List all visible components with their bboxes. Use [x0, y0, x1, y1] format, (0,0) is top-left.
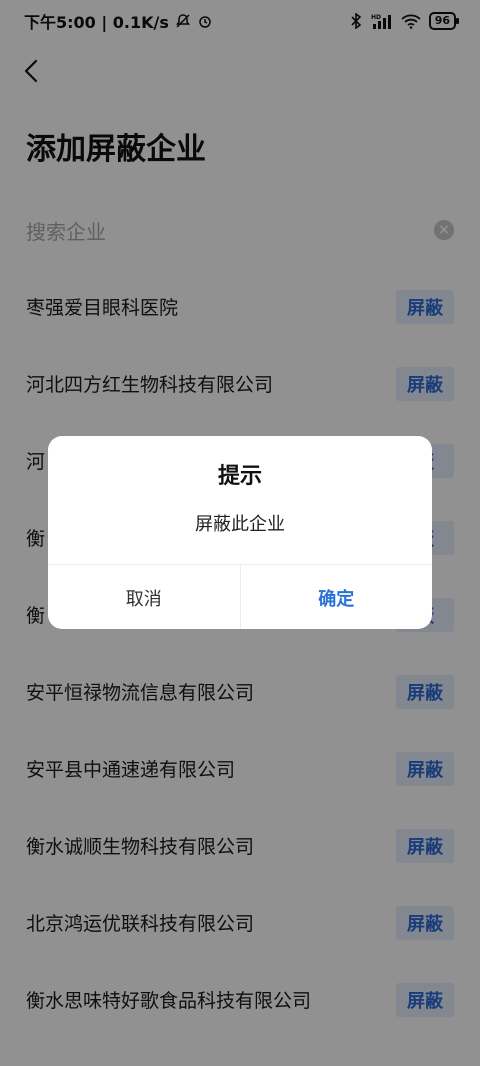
dialog-message: 屏蔽此企业	[195, 514, 285, 535]
dialog-title: 提示	[217, 464, 262, 489]
dialog-actions: 取消 确定	[48, 564, 432, 629]
confirm-button[interactable]: 确定	[241, 565, 433, 629]
cancel-button[interactable]: 取消	[48, 565, 241, 629]
confirm-dialog: 提示 屏蔽此企业 取消 确定	[48, 436, 432, 629]
